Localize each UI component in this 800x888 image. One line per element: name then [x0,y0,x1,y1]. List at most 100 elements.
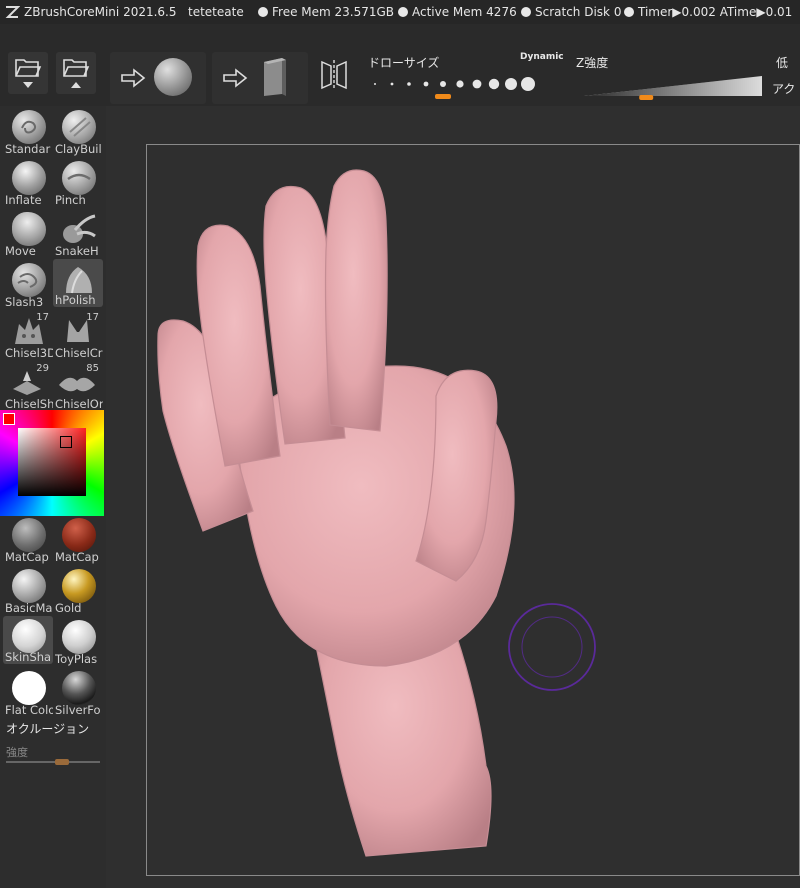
draw-size-dot[interactable] [440,81,446,87]
hpolish-brush-icon [66,267,92,294]
brush-count: 85 [86,363,99,374]
brush-label: ChiselCr [55,346,103,360]
draw-size-dot[interactable] [472,79,482,89]
user-name: teteteate [188,5,244,19]
brush-inflate[interactable]: Inflate [3,159,53,207]
z-intensity-slider[interactable] [584,74,764,102]
brush-move[interactable]: Move [3,210,53,258]
material-label: MatCap [55,550,99,564]
brush-label: Standar [5,142,51,156]
arrow-right-icon [223,68,248,88]
z-intensity-label: Z強度 [576,56,609,70]
slash3-brush-icon [12,263,46,297]
standard-brush-icon [12,110,46,144]
brush-standard[interactable]: Standar [3,108,53,156]
free-mem: Free Mem 23.571GB [258,0,394,24]
gold-material-icon [62,569,96,603]
brush-snakehook[interactable]: SnakeH [53,210,103,258]
app-title: ZBrushCoreMini 2021.6.5 [24,5,177,19]
saturation-value-box[interactable] [18,428,86,496]
draw-size-dot[interactable] [407,82,411,86]
z-intensity-knob[interactable] [639,95,654,100]
material-label: Flat Colo [5,703,53,717]
brush-chiselcreature[interactable]: 17 ChiselCr [53,312,103,360]
material-skinshade[interactable]: SkinSha [3,616,53,664]
active-mem: Active Mem 4276 [398,0,517,24]
brush-label: hPolish [55,293,96,307]
material-label: ToyPlas [55,652,98,666]
flatcolor-material-icon [12,671,46,705]
silverfoil-material-icon [62,671,96,705]
brush-cursor-inner [521,616,583,678]
occlusion-strength-slider[interactable] [6,759,100,765]
brush-pinch[interactable]: Pinch [53,159,103,207]
draw-size-dot[interactable] [488,78,500,90]
save-button[interactable] [56,52,96,94]
low-label: 低 [776,56,789,70]
pinch-brush-icon [62,161,96,195]
occlusion-strength-label: 強度 [6,746,28,759]
hand-model[interactable] [106,106,800,888]
chiselornament-brush-icon [59,377,95,392]
material-label: Gold [55,601,82,615]
plane-tool-button[interactable] [212,52,308,104]
material-matcap-gray[interactable]: MatCap [3,516,53,564]
draw-size-dot[interactable] [374,83,376,85]
brush-count: 29 [36,363,49,374]
move-brush-icon [12,212,46,246]
material-basic[interactable]: BasicMa [3,567,53,615]
draw-size-dot[interactable] [423,81,429,87]
material-flatcolor[interactable]: Flat Colo [3,669,53,717]
brush-chisel3d[interactable]: 17 Chisel3D [3,312,53,360]
free-mem-dot-icon [258,7,268,17]
occlusion-label: オクルージョン [6,722,90,736]
inflate-brush-icon [12,161,46,195]
zbrush-logo-icon [5,6,20,18]
material-matcap-red[interactable]: MatCap [53,516,103,564]
toyplastic-material-icon [62,620,96,654]
sphere-tool-button[interactable] [110,52,206,104]
document-canvas[interactable] [106,106,800,888]
timer-readout: Timer▶0.002 ATime▶0.01 [624,0,792,24]
brush-label: Move [5,244,36,258]
brush-slash3[interactable]: Slash3 [3,261,53,309]
matcap-red-material-icon [62,518,96,552]
occlusion-strength-knob[interactable] [55,759,70,765]
brush-chiselornament[interactable]: 85 ChiselOr [53,363,103,411]
draw-size-dot[interactable] [521,77,535,91]
brush-label: Inflate [5,193,42,207]
brush-chiselshapes[interactable]: 29 ChiselSh [3,363,53,411]
draw-size-marker [435,94,451,99]
draw-size-dot[interactable] [390,82,394,86]
draw-size-selector[interactable] [366,74,560,104]
draw-size-dot[interactable] [505,78,517,90]
brush-label: ClayBuil [55,142,102,156]
brush-count: 17 [86,312,99,323]
active-mem-dot-icon [398,7,408,17]
material-silverfoil[interactable]: SilverFo [53,669,103,717]
material-toyplastic[interactable]: ToyPlas [53,618,103,666]
color-picker[interactable] [0,410,104,516]
cube-icon [264,58,286,96]
matcap-gray-material-icon [12,518,46,552]
color-cursor[interactable] [60,436,72,448]
scratch-disk-dot-icon [521,7,531,17]
brush-hpolish[interactable]: hPolish [53,259,103,307]
scratch-disk: Scratch Disk 0 [521,0,621,24]
material-label: SkinSha [5,650,52,664]
brush-label: ChiselOr [55,397,103,411]
material-gold[interactable]: Gold [53,567,103,615]
brush-label: SnakeH [55,244,99,258]
color-swatch[interactable] [3,413,15,425]
dynamic-toggle[interactable]: Dynamic [520,52,564,62]
brush-label: Pinch [55,193,86,207]
brush-claybuildup[interactable]: ClayBuil [53,108,103,156]
symmetry-icon[interactable] [318,58,350,92]
draw-size-label: ドローサイズ [368,56,440,70]
open-button[interactable] [8,52,48,94]
draw-size-dot[interactable] [456,80,464,88]
brush-label: Chisel3D [5,346,53,360]
sphere-icon [154,58,192,96]
left-panel: Standar ClayBuil Inflate Pinch Move Snak… [0,106,106,888]
brush-label: ChiselSh [5,397,53,411]
